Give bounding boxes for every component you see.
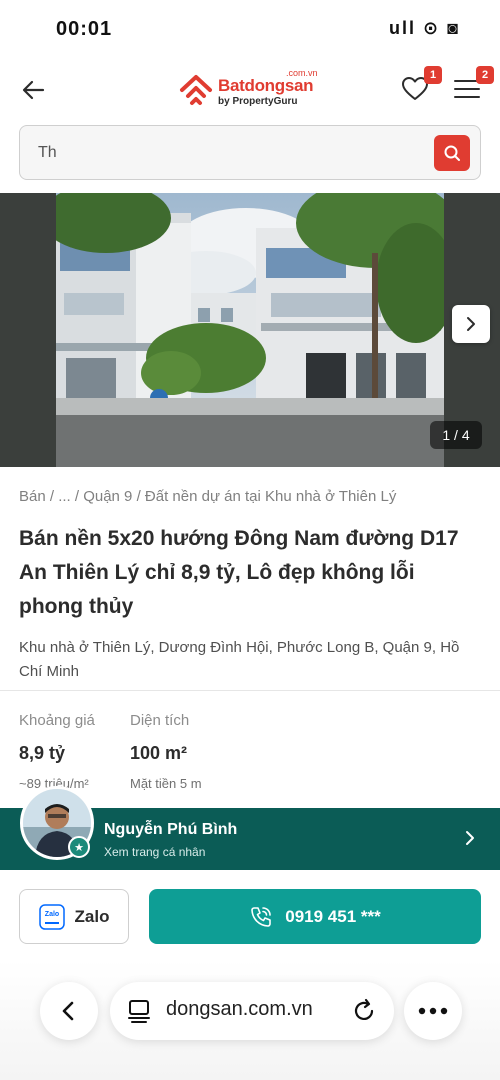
search-input[interactable] (38, 126, 418, 179)
more-horizontal-icon (418, 1007, 448, 1015)
menu-badge: 2 (476, 66, 494, 84)
search-icon (444, 145, 460, 161)
favorites-button[interactable]: 1 (400, 66, 442, 106)
listing-address: Khu nhà ở Thiên Lý, Dương Đình Hội, Phướ… (19, 639, 460, 680)
photo-gallery[interactable] (0, 193, 500, 467)
price-stat: Khoảng giá 8,9 tỷ ~89 triệu/m² (19, 712, 95, 791)
menu-button[interactable]: 2 (452, 66, 494, 106)
app-header: .com.vn Batdongsan by PropertyGuru 1 2 (0, 58, 500, 124)
breadcrumb[interactable]: Bán / ... / Quận 9 / Đất nền dự án tại K… (19, 486, 481, 508)
arrow-left-icon (22, 80, 45, 100)
divider (0, 690, 500, 691)
batdongsan-logo[interactable]: .com.vn Batdongsan by PropertyGuru (178, 68, 328, 112)
status-time: 00:01 (56, 18, 113, 40)
gallery-next-button[interactable] (452, 305, 490, 343)
gallery-counter-text: 1 / 4 (442, 427, 470, 443)
listing-title: Bán nền 5x20 hướng Đông Nam đường D17 An… (19, 527, 459, 618)
status-bar: 00:01 ull ⊙ ◙ (0, 0, 500, 58)
gallery-counter: 1 / 4 (430, 421, 482, 449)
browser-more-button[interactable] (404, 982, 462, 1040)
back-button[interactable] (18, 74, 50, 106)
reload-icon[interactable] (350, 997, 378, 1025)
zalo-label: Zalo (74, 906, 110, 926)
zalo-icon-text: Zalo (44, 911, 58, 918)
verified-badge-icon: ★ (68, 836, 90, 858)
agent-name[interactable]: Nguyễn Phú Bình (104, 821, 237, 839)
call-button[interactable]: 0919 451 *** (149, 889, 481, 944)
agent-profile-link[interactable]: Xem trang cá nhân (104, 845, 205, 859)
browser-url[interactable]: dongsan.com.vn (166, 998, 313, 1021)
logo-subtitle: by PropertyGuru (218, 96, 298, 107)
house-logo-icon (180, 75, 212, 105)
area-stat: Diện tích 100 m² Mặt tiền 5 m (130, 712, 202, 791)
listing-stats: Khoảng giá 8,9 tỷ ~89 triệu/m² Diện tích… (19, 712, 479, 802)
chevron-left-icon (62, 1001, 74, 1021)
zalo-icon: Zalo (38, 903, 65, 930)
area-label: Diện tích (130, 712, 190, 729)
tab-overview-icon[interactable] (126, 998, 152, 1024)
browser-address-bar[interactable]: dongsan.com.vn (110, 982, 394, 1040)
zalo-button[interactable]: Zalo Zalo (19, 889, 129, 944)
browser-back-button[interactable] (40, 982, 98, 1040)
area-value: 100 m² (130, 743, 188, 763)
search-box (19, 125, 481, 180)
browser-toolbar: dongsan.com.vn (0, 960, 500, 1080)
listing-photo[interactable] (56, 193, 444, 467)
favorites-badge: 1 (424, 66, 442, 84)
chevron-right-icon[interactable] (460, 828, 480, 848)
logo-text: Batdongsan (218, 76, 314, 95)
status-icons: ull ⊙ ◙ (389, 18, 460, 38)
chevron-right-icon (467, 317, 475, 331)
frontage: Mặt tiền 5 m (130, 776, 202, 791)
phone-number: 0919 451 *** (285, 906, 381, 926)
agent-bar[interactable]: ★ Nguyễn Phú Bình Xem trang cá nhân (0, 786, 500, 870)
search-button[interactable] (434, 135, 470, 171)
price-label: Khoảng giá (19, 712, 95, 729)
listing-content: Bán / ... / Quận 9 / Đất nền dự án tại K… (19, 486, 481, 684)
phone-icon (251, 906, 272, 927)
price-value: 8,9 tỷ (19, 743, 66, 763)
